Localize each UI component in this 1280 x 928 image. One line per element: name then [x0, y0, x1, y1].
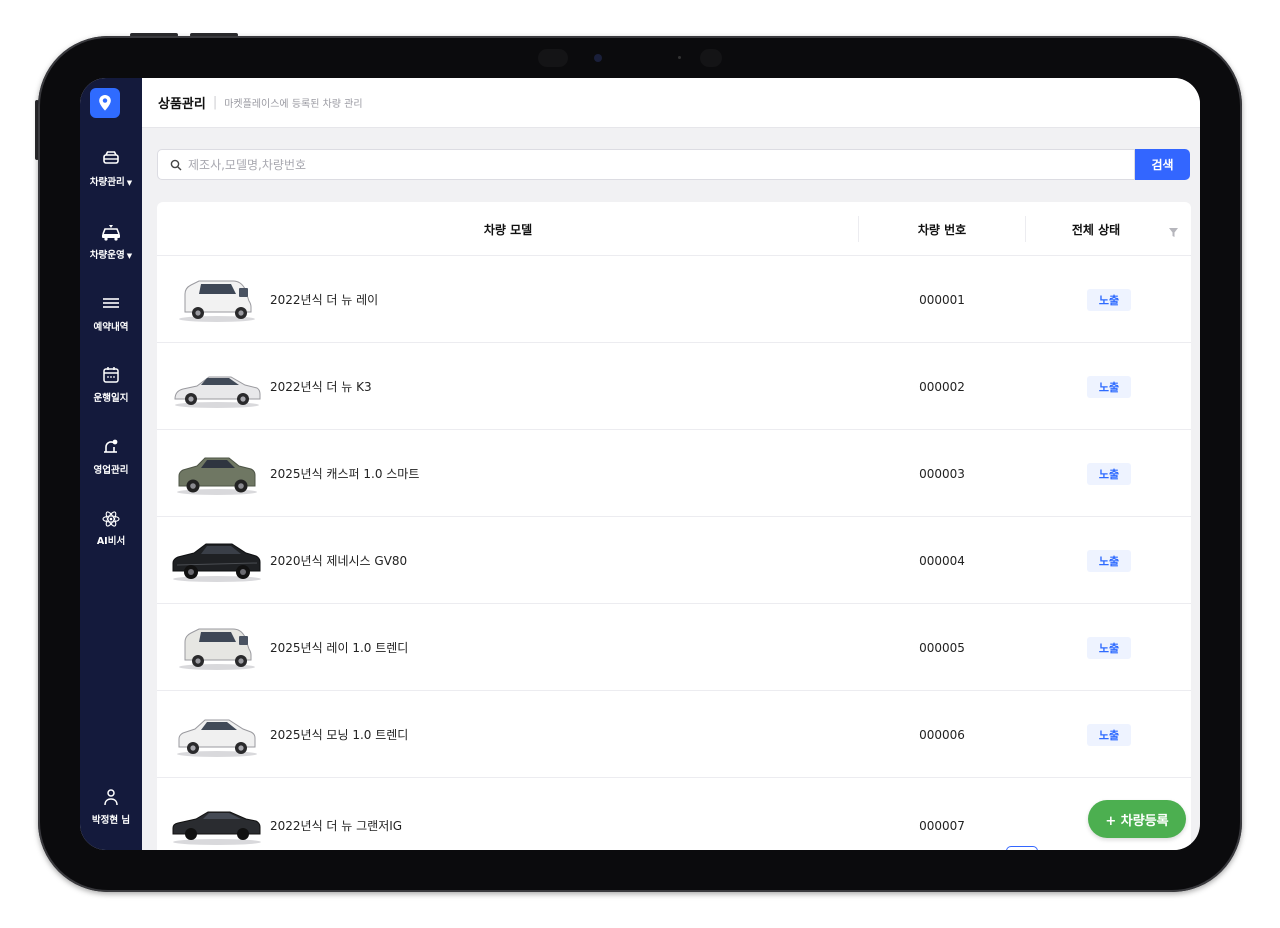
car-thumbnail	[179, 628, 255, 670]
car-thumbnail	[179, 280, 255, 322]
vehicle-model: 2025년식 레이 1.0 트렌디	[270, 641, 409, 655]
sensor-lens-icon	[700, 49, 722, 67]
table-row[interactable]: 2020년식 제네시스 GV80 000004 노출	[157, 517, 1191, 604]
vehicle-number: 000004	[919, 553, 965, 568]
car-thumbnail	[172, 543, 261, 582]
add-vehicle-button[interactable]: + 차량등록	[1088, 800, 1186, 838]
search-icon	[170, 159, 182, 171]
page-header: 상품관리 | 마켓플레이스에 등록된 차량 관리	[142, 78, 1200, 128]
column-header-model[interactable]: 차량 모델	[157, 202, 859, 256]
sidebar-item-ai-assistant[interactable]: AI비서	[80, 509, 142, 547]
page-subtitle: 마켓플레이스에 등록된 차량 관리	[224, 99, 363, 110]
bell-alert-icon	[80, 438, 142, 458]
vehicle-number: 000007	[919, 818, 965, 833]
sidebar-item-vehicle-operation[interactable]: 차량운영 ▼	[80, 223, 142, 261]
table-row[interactable]: 2025년식 캐스퍼 1.0 스마트 000003 노출	[157, 430, 1191, 517]
search-button[interactable]: 검색	[1135, 149, 1190, 180]
vehicle-number: 000003	[919, 466, 965, 481]
vehicle-number: 000001	[919, 292, 965, 307]
user-profile[interactable]: 박정현 님	[80, 788, 142, 826]
sensor-icon	[678, 56, 681, 59]
sidebar-item-label: 예약내역	[93, 322, 129, 333]
status-badge[interactable]: 노출	[1087, 376, 1131, 398]
table-row[interactable]: 2025년식 레이 1.0 트렌디 000005 노출	[157, 604, 1191, 691]
logo-icon[interactable]	[90, 88, 120, 118]
ai-atom-icon	[80, 509, 142, 529]
page-title: 상품관리	[158, 97, 206, 112]
app-screen: 차량관리 ▼ 차량운영 ▼ 예약내역 운행일지 영업관리 AI비서 박정현 님 …	[80, 78, 1200, 850]
vehicle-model: 2022년식 더 뉴 그랜저IG	[270, 819, 403, 833]
vehicle-model: 2025년식 캐스퍼 1.0 스마트	[270, 467, 420, 481]
sidebar: 차량관리 ▼ 차량운영 ▼ 예약내역 운행일지 영업관리 AI비서 박정현 님	[80, 78, 142, 850]
status-badge[interactable]: 노출	[1087, 289, 1131, 311]
table-row[interactable]: 2022년식 더 뉴 그랜저IG 000007	[157, 778, 1191, 850]
car-icon	[80, 150, 142, 170]
vehicle-model: 2022년식 더 뉴 레이	[270, 293, 379, 307]
table-row[interactable]: 2025년식 모닝 1.0 트렌디 000006 노출	[157, 691, 1191, 778]
table-header: 차량 모델 차량 번호 전체 상태	[157, 202, 1191, 256]
table-row[interactable]: 2022년식 더 뉴 K3 000002 노출	[157, 343, 1191, 430]
front-camera-icon	[594, 54, 602, 62]
vehicle-model: 2022년식 더 뉴 K3	[270, 380, 372, 394]
search-bar	[157, 149, 1135, 180]
sidebar-item-label: 차량운영	[89, 250, 125, 261]
sidebar-item-reservations[interactable]: 예약내역	[80, 295, 142, 333]
column-header-status[interactable]: 전체 상태	[1026, 202, 1166, 256]
sidebar-item-driving-log[interactable]: 운행일지	[80, 366, 142, 404]
user-name: 박정현 님	[91, 815, 131, 826]
filter-icon[interactable]	[1168, 223, 1179, 242]
user-icon	[80, 788, 142, 808]
chevron-down-icon: ▼	[126, 252, 133, 260]
car-thumbnail	[177, 719, 257, 757]
sidebar-item-sales-management[interactable]: 영업관리	[80, 438, 142, 476]
camera-lens-icon	[538, 49, 568, 67]
car-operation-icon	[80, 223, 142, 243]
sidebar-item-label: 운행일지	[93, 393, 129, 404]
vehicle-model: 2025년식 모닝 1.0 트렌디	[270, 728, 409, 742]
vehicle-number: 000006	[919, 727, 965, 742]
chevron-down-icon: ▼	[126, 179, 133, 187]
sidebar-item-label: AI비서	[96, 536, 126, 547]
table-row[interactable]: 2022년식 더 뉴 레이 000001 노출	[157, 256, 1191, 343]
car-thumbnail	[177, 457, 257, 495]
vehicle-table: 차량 모델 차량 번호 전체 상태 2022년식 더 뉴 레이 000001 노…	[157, 202, 1191, 850]
calendar-icon	[80, 366, 142, 386]
search-input[interactable]	[188, 157, 1088, 172]
vehicle-model: 2020년식 제네시스 GV80	[270, 554, 408, 568]
vehicle-number: 000005	[919, 640, 965, 655]
car-thumbnail	[172, 811, 261, 845]
sidebar-item-vehicle-management[interactable]: 차량관리 ▼	[80, 150, 142, 188]
sidebar-item-label: 영업관리	[93, 465, 129, 476]
sidebar-item-label: 차량관리	[89, 177, 125, 188]
status-badge[interactable]: 노출	[1087, 463, 1131, 485]
vehicle-number: 000002	[919, 379, 965, 394]
status-badge[interactable]: 노출	[1087, 724, 1131, 746]
status-badge[interactable]: 노출	[1087, 550, 1131, 572]
status-badge[interactable]: 노출	[1087, 637, 1131, 659]
car-thumbnail	[174, 376, 261, 408]
camera-bar	[536, 48, 736, 68]
column-header-number[interactable]: 차량 번호	[859, 202, 1025, 256]
menu-lines-icon	[80, 295, 142, 315]
title-separator: |	[212, 95, 218, 110]
pagination-control[interactable]	[1006, 846, 1038, 850]
